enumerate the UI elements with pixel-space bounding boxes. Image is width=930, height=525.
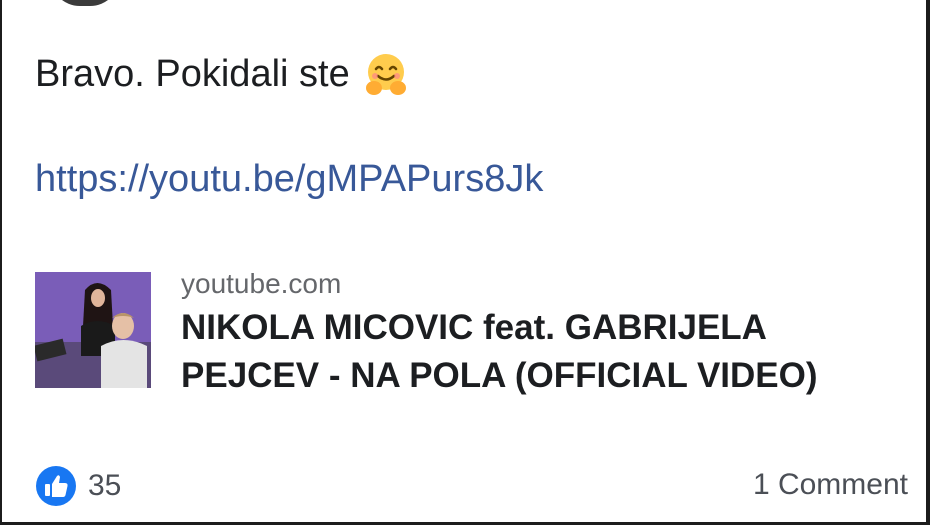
like-count: 35 (88, 469, 122, 502)
post-message: Bravo. Pokidali ste (35, 50, 410, 98)
comments-count[interactable]: 1 Comment (753, 468, 908, 502)
shared-link[interactable]: https://youtu.be/gMPAPurs8Jk (35, 158, 543, 201)
reactions-summary[interactable]: 35 (36, 466, 121, 506)
link-preview[interactable]: youtube.com NIKOLA MICOVIC feat. GABRIJE… (35, 268, 915, 398)
hugging-face-icon (365, 54, 406, 95)
preview-title[interactable]: NIKOLA MICOVIC feat. GABRIJELA PEJCEV - … (181, 304, 901, 400)
thumbnail-image (35, 272, 151, 388)
post-card: Bravo. Pokidali ste https://youtu.be/gMP… (0, 0, 930, 525)
video-thumbnail[interactable] (35, 272, 151, 388)
thumbs-up-icon (36, 466, 76, 506)
preview-domain: youtube.com (181, 268, 342, 299)
avatar[interactable] (50, 0, 120, 6)
post-message-text: Bravo. Pokidali ste (35, 52, 350, 95)
